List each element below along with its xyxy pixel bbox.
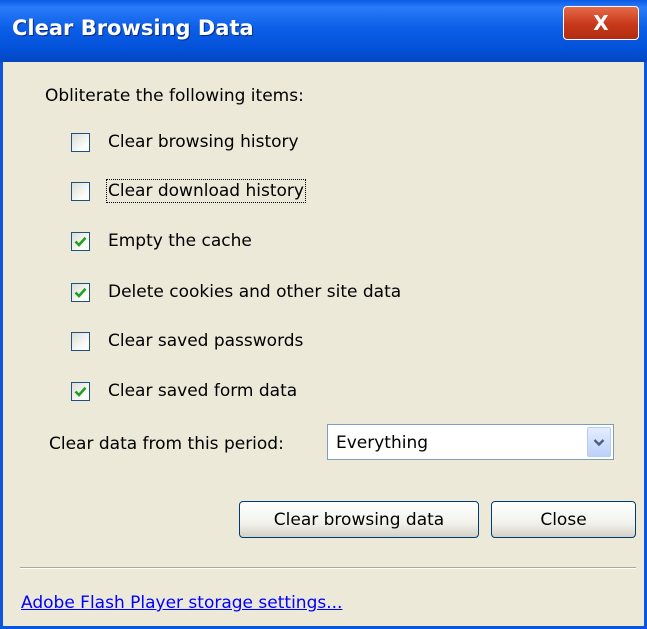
option-label: Clear download history (106, 179, 306, 203)
checkbox-delete-cookies[interactable] (71, 282, 90, 302)
option-label: Delete cookies and other site data (108, 282, 402, 302)
flash-storage-settings-link[interactable]: Adobe Flash Player storage settings... (21, 593, 342, 613)
items-heading: Obliterate the following items: (45, 86, 304, 106)
option-label: Clear browsing history (108, 132, 299, 152)
option-clear-saved-passwords[interactable]: Clear saved passwords (71, 326, 303, 356)
close-button[interactable]: Close (491, 501, 636, 538)
close-icon: X (593, 11, 609, 35)
separator (20, 567, 636, 569)
title-bar[interactable]: Clear Browsing Data X (0, 0, 647, 62)
checkbox-clear-saved-passwords[interactable] (71, 331, 90, 351)
option-clear-browsing-history[interactable]: Clear browsing history (71, 127, 299, 157)
checkbox-clear-download-history[interactable] (71, 181, 90, 201)
dialog-title: Clear Browsing Data (12, 16, 254, 40)
dropdown-arrow-button[interactable] (587, 427, 611, 457)
option-label: Empty the cache (108, 231, 252, 251)
checkbox-clear-saved-form-data[interactable] (71, 381, 90, 401)
checkbox-clear-browsing-history[interactable] (71, 132, 90, 152)
checkbox-empty-cache[interactable] (71, 231, 90, 251)
clear-browsing-data-button[interactable]: Clear browsing data (239, 501, 479, 538)
option-empty-cache[interactable]: Empty the cache (71, 226, 252, 256)
option-delete-cookies[interactable]: Delete cookies and other site data (71, 277, 401, 307)
checkmark-icon (74, 236, 87, 247)
clear-browsing-data-dialog: Clear Browsing Data X Obliterate the fol… (0, 0, 647, 629)
window-close-button[interactable]: X (563, 6, 639, 40)
option-label: Clear saved form data (108, 381, 298, 401)
period-select[interactable]: Everything (327, 424, 614, 460)
option-clear-download-history[interactable]: Clear download history (71, 176, 306, 206)
option-clear-saved-form-data[interactable]: Clear saved form data (71, 376, 297, 406)
option-label: Clear saved passwords (108, 331, 304, 351)
period-select-value: Everything (336, 433, 429, 453)
chevron-down-icon (593, 438, 605, 446)
checkmark-icon (74, 287, 87, 298)
checkmark-icon (74, 386, 87, 397)
period-label: Clear data from this period: (49, 434, 284, 454)
